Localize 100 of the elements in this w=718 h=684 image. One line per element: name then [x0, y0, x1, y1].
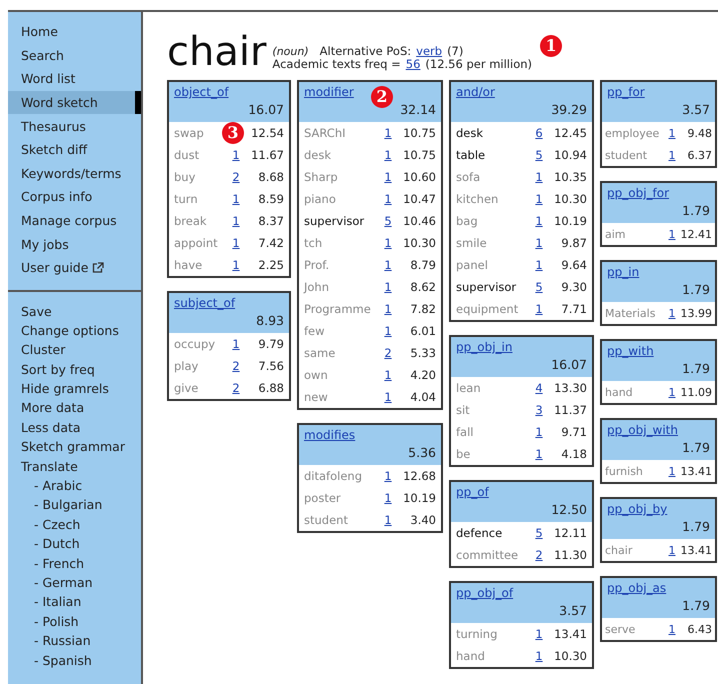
- frequency-link[interactable]: 1: [535, 627, 543, 641]
- frequency-link[interactable]: 56: [406, 58, 420, 71]
- frequency-link[interactable]: 1: [668, 126, 676, 140]
- gramrel-link[interactable]: pp_for: [607, 84, 645, 101]
- frequency-link[interactable]: 1: [232, 236, 240, 250]
- frequency-link[interactable]: 1: [384, 236, 392, 250]
- sidebar-nav-item[interactable]: Word sketch: [8, 90, 141, 114]
- frequency-link[interactable]: 1: [384, 390, 392, 404]
- frequency-link[interactable]: 2: [232, 381, 240, 395]
- frequency-link[interactable]: 1: [384, 170, 392, 184]
- frequency-link[interactable]: 1: [384, 192, 392, 206]
- sidebar-action-link[interactable]: Sketch grammar: [8, 437, 141, 457]
- frequency-link[interactable]: 1: [232, 192, 240, 206]
- alt-pos-link[interactable]: verb: [416, 45, 442, 58]
- gramrel-link[interactable]: pp_in: [607, 264, 640, 281]
- frequency-link[interactable]: 3: [535, 403, 543, 417]
- frequency-link[interactable]: 1: [668, 228, 676, 240]
- language-link[interactable]: - Arabic: [8, 476, 141, 496]
- frequency-link[interactable]: 1: [668, 544, 676, 556]
- frequency-link[interactable]: 1: [668, 148, 676, 162]
- frequency-link[interactable]: 2: [232, 359, 240, 373]
- frequency-link[interactable]: 1: [384, 513, 392, 527]
- sidebar-nav-item[interactable]: Search: [8, 44, 141, 68]
- language-link[interactable]: - Italian: [8, 592, 141, 612]
- sidebar-nav-item[interactable]: Word list: [8, 67, 141, 91]
- frequency-link[interactable]: 1: [232, 337, 240, 351]
- frequency-link[interactable]: 1: [668, 306, 676, 320]
- gramrel-link[interactable]: pp_obj_in: [456, 339, 512, 356]
- sidebar-nav-item[interactable]: Keywords/terms: [8, 162, 141, 186]
- gramrel-link[interactable]: modifier: [304, 84, 354, 101]
- sidebar-action-link[interactable]: Less data: [8, 418, 141, 438]
- frequency-link[interactable]: 5: [535, 148, 543, 162]
- frequency-link[interactable]: 1: [384, 148, 392, 162]
- language-link[interactable]: - German: [8, 573, 141, 592]
- gramrel-link[interactable]: pp_obj_as: [607, 580, 666, 597]
- frequency-link[interactable]: 1: [668, 386, 676, 398]
- frequency-link[interactable]: 1: [535, 425, 543, 439]
- frequency-link[interactable]: 1: [232, 258, 240, 272]
- sidebar-nav-item[interactable]: User guide: [8, 256, 141, 280]
- collocate-score: 12.41: [680, 228, 712, 240]
- language-link[interactable]: - Russian: [8, 631, 141, 651]
- frequency-link[interactable]: 2: [384, 346, 392, 360]
- sidebar-nav-item[interactable]: Sketch diff: [8, 138, 141, 162]
- gramrel-link[interactable]: and/or: [456, 84, 495, 101]
- gramrel-link[interactable]: pp_obj_of: [456, 585, 514, 602]
- sidebar-nav-item[interactable]: Thesaurus: [8, 114, 141, 138]
- gramrel-link[interactable]: pp_with: [607, 343, 654, 360]
- sidebar-action-link[interactable]: Change options: [8, 320, 141, 340]
- sidebar-action-link[interactable]: More data: [8, 398, 141, 418]
- frequency-link[interactable]: 1: [384, 258, 392, 272]
- frequency-link[interactable]: 1: [535, 649, 543, 663]
- frequency-link[interactable]: 1: [384, 491, 392, 505]
- language-link[interactable]: - Polish: [8, 612, 141, 632]
- frequency-link[interactable]: 1: [535, 192, 543, 206]
- frequency-link[interactable]: 1: [535, 236, 543, 250]
- language-link[interactable]: - Bulgarian: [8, 495, 141, 515]
- language-link[interactable]: - Czech: [8, 514, 141, 534]
- language-link[interactable]: - French: [8, 554, 141, 573]
- frequency-link[interactable]: 5: [535, 526, 543, 540]
- gramrel-link[interactable]: pp_of: [456, 484, 489, 501]
- frequency-link[interactable]: 1: [535, 258, 543, 272]
- frequency-link[interactable]: 1: [384, 302, 392, 316]
- sidebar-nav-item[interactable]: Home: [8, 20, 141, 44]
- sidebar-action-link[interactable]: Sort by freq: [8, 360, 141, 380]
- gramrel-link[interactable]: pp_obj_with: [607, 422, 678, 439]
- sidebar-nav-item[interactable]: Corpus info: [8, 185, 141, 209]
- frequency-link[interactable]: 1: [384, 368, 392, 382]
- frequency-link[interactable]: 1: [232, 214, 240, 228]
- frequency-link[interactable]: 1: [384, 126, 392, 140]
- frequency-link[interactable]: 1: [384, 324, 392, 338]
- sidebar-action-link[interactable]: Cluster: [8, 340, 141, 360]
- collocate-score: 7.56: [257, 359, 284, 373]
- sidebar-nav-item[interactable]: My jobs: [8, 232, 141, 256]
- frequency-link[interactable]: 5: [384, 214, 392, 228]
- frequency-link[interactable]: 1: [535, 170, 543, 184]
- gramrel-link[interactable]: subject_of: [174, 295, 236, 312]
- gramrel-link[interactable]: object_of: [174, 84, 229, 101]
- frequency-link[interactable]: 1: [668, 622, 676, 636]
- language-link[interactable]: - Spanish: [8, 650, 141, 670]
- frequency-rate: (12.56 per million): [425, 58, 532, 71]
- sidebar-action-link[interactable]: Translate: [8, 456, 141, 476]
- frequency-link[interactable]: 1: [384, 469, 392, 483]
- frequency-link[interactable]: 2: [232, 170, 240, 184]
- gramrel-link[interactable]: pp_obj_for: [607, 185, 670, 202]
- frequency-link[interactable]: 6: [535, 126, 543, 140]
- frequency-link[interactable]: 1: [535, 447, 543, 461]
- language-link[interactable]: - Dutch: [8, 534, 141, 554]
- frequency-link[interactable]: 1: [232, 148, 240, 162]
- frequency-link[interactable]: 4: [535, 381, 543, 395]
- gramrel-link[interactable]: modifies: [304, 427, 356, 444]
- sidebar-nav-item[interactable]: Manage corpus: [8, 208, 141, 232]
- frequency-link[interactable]: 1: [384, 280, 392, 294]
- frequency-link[interactable]: 5: [535, 280, 543, 294]
- frequency-link[interactable]: 2: [535, 548, 543, 562]
- frequency-link[interactable]: 1: [535, 302, 543, 316]
- frequency-link[interactable]: 1: [668, 464, 676, 478]
- frequency-link[interactable]: 1: [535, 214, 543, 228]
- gramrel-link[interactable]: pp_obj_by: [607, 501, 668, 518]
- sidebar-action-link[interactable]: Save: [8, 302, 141, 321]
- sidebar-action-link[interactable]: Hide gramrels: [8, 379, 141, 398]
